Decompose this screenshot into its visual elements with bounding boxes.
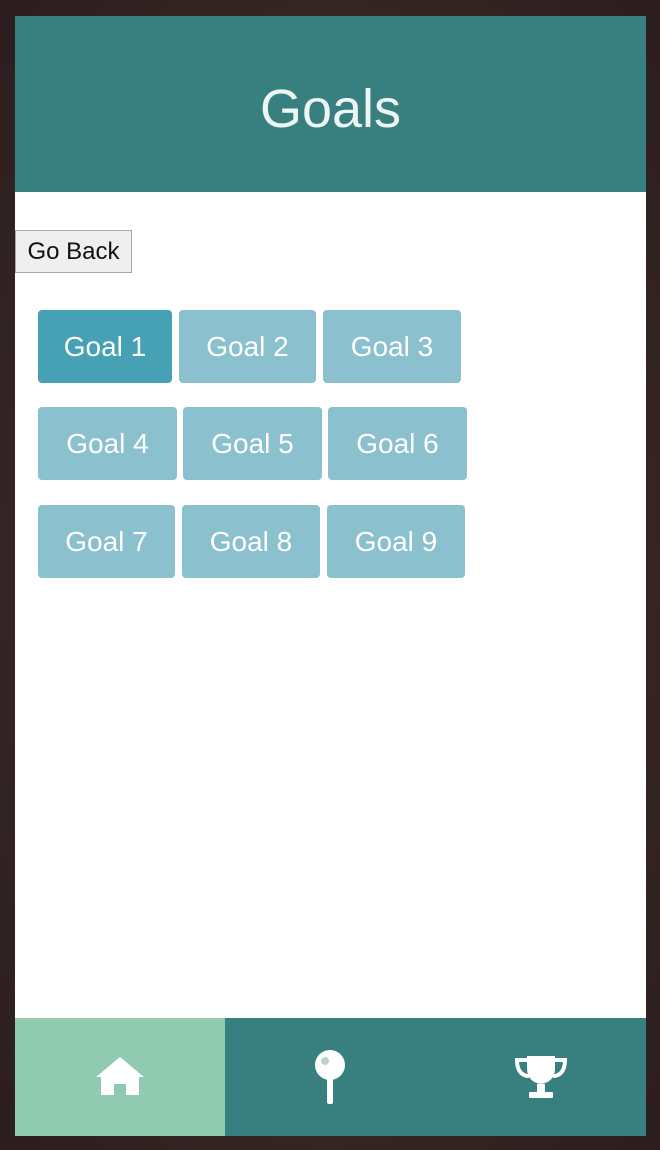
goal-1-button[interactable]: Goal 1: [38, 310, 172, 383]
nav-pin-tab[interactable]: [225, 1018, 435, 1136]
go-back-button[interactable]: Go Back: [15, 230, 132, 273]
page-title: Goals: [259, 79, 402, 139]
bottom-nav: [15, 1018, 646, 1136]
goal-6-button[interactable]: Goal 6: [328, 407, 467, 480]
header: Goals: [15, 16, 646, 192]
goal-3-button[interactable]: Goal 3: [323, 310, 461, 383]
home-icon: [96, 1057, 144, 1095]
goal-5-button[interactable]: Goal 5: [183, 407, 322, 480]
pin-icon: [315, 1050, 345, 1104]
nav-trophy-tab[interactable]: [435, 1018, 646, 1136]
goal-7-button[interactable]: Goal 7: [38, 505, 175, 578]
goal-2-button[interactable]: Goal 2: [179, 310, 316, 383]
goal-9-button[interactable]: Goal 9: [327, 505, 465, 578]
goal-8-button[interactable]: Goal 8: [182, 505, 320, 578]
trophy-icon: [514, 1056, 567, 1098]
nav-home-tab[interactable]: [15, 1018, 225, 1136]
goal-4-button[interactable]: Goal 4: [38, 407, 177, 480]
app-frame: Goals Go Back Goal 1 Goal 2 Goal 3 Goal …: [15, 16, 646, 1136]
